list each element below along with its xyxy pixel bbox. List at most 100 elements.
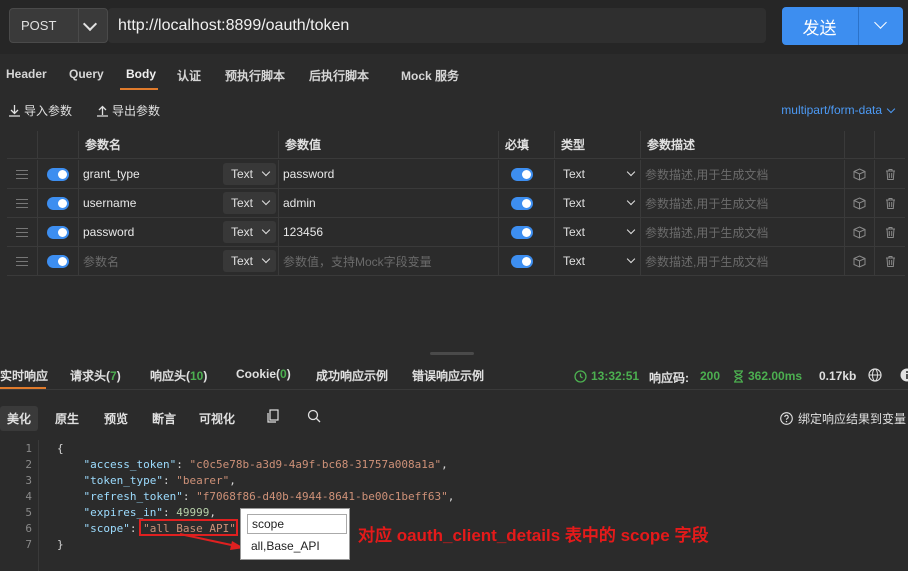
send-button[interactable]: 发送	[782, 7, 903, 45]
description-input[interactable]: 参数描述,用于生成文档	[640, 189, 844, 217]
tab-cookie[interactable]: Cookie(0)	[236, 367, 291, 381]
status-label: 响应码:	[649, 371, 689, 385]
tab-auth[interactable]: 认证	[177, 67, 201, 84]
tab-assert[interactable]: 断言	[152, 410, 176, 427]
enable-toggle[interactable]	[47, 196, 69, 210]
tab-response-headers[interactable]: 响应头(10)	[150, 367, 207, 384]
line-number: 5	[25, 506, 32, 519]
enable-toggle[interactable]	[47, 167, 69, 181]
required-cell	[498, 189, 554, 217]
tab-query[interactable]: Query	[69, 67, 104, 81]
hourglass-icon	[734, 369, 743, 383]
description-placeholder: 参数描述,用于生成文档	[645, 225, 769, 240]
chevron-down-icon	[261, 254, 271, 264]
header-action-col	[844, 131, 874, 158]
param-name-type-select[interactable]: Text	[223, 250, 276, 272]
required-toggle[interactable]	[510, 254, 533, 268]
header-required: 必填	[498, 131, 554, 158]
description-input[interactable]: 参数描述,用于生成文档	[640, 160, 844, 188]
search-button[interactable]	[307, 409, 321, 426]
line-number: 6	[25, 522, 32, 535]
popup-value: all,Base_API	[251, 539, 320, 553]
cube-icon[interactable]	[853, 196, 866, 210]
type-select[interactable]: Text	[554, 160, 640, 188]
panel-resize-handle[interactable]	[430, 352, 474, 355]
param-name: grant_type	[83, 167, 140, 181]
tab-pre-script[interactable]: 预执行脚本	[225, 67, 285, 84]
enable-toggle-cell	[37, 218, 78, 246]
type-select[interactable]: Text	[554, 247, 640, 275]
table-row: 参数名 Text 参数值，支持Mock字段变量 Text 参数描述,用于生成文档	[7, 247, 905, 276]
tab-post-script[interactable]: 后执行脚本	[309, 67, 369, 84]
drag-handle[interactable]	[7, 189, 37, 217]
json-entry: "refresh_token": "f7068f86-d40b-4944-864…	[83, 490, 455, 503]
response-json-viewer[interactable]: 1{ 2 "access_token": "c0c5e78b-a3d9-4a9f…	[0, 440, 908, 571]
trash-icon[interactable]	[884, 226, 897, 239]
trash-icon[interactable]	[884, 168, 897, 181]
description-input[interactable]: 参数描述,用于生成文档	[640, 218, 844, 246]
trash-icon[interactable]	[884, 197, 897, 210]
param-value-cell[interactable]: admin	[278, 189, 498, 217]
delete-cell	[874, 218, 905, 246]
duration-value: 362.00ms	[748, 369, 803, 383]
line-number: 3	[25, 474, 32, 487]
tab-visualize[interactable]: 可视化	[199, 410, 235, 427]
description-input[interactable]: 参数描述,用于生成文档	[640, 247, 844, 275]
url-input[interactable]: http://localhost:8899/oauth/token	[108, 8, 766, 43]
param-value-cell[interactable]: password	[278, 160, 498, 188]
cube-icon[interactable]	[853, 254, 866, 268]
param-name-cell[interactable]: grant_type Text	[78, 160, 278, 188]
trash-icon[interactable]	[884, 255, 897, 268]
search-icon	[307, 409, 321, 423]
params-actions: 导入参数 导出参数 multipart/form-data	[0, 100, 908, 122]
response-size: 0.17kb	[819, 369, 857, 383]
param-name-cell[interactable]: password Text	[78, 218, 278, 246]
required-toggle[interactable]	[510, 196, 533, 210]
enable-toggle[interactable]	[47, 254, 69, 268]
copy-button[interactable]	[267, 409, 280, 426]
globe-button[interactable]	[868, 368, 882, 385]
param-name-type-select[interactable]: Text	[223, 192, 276, 214]
info-button[interactable]	[900, 368, 908, 385]
drag-handle[interactable]	[7, 160, 37, 188]
type-select[interactable]: Text	[554, 218, 640, 246]
tab-beautify[interactable]: 美化	[0, 406, 39, 431]
cube-icon[interactable]	[853, 167, 866, 181]
drag-icon	[16, 198, 28, 208]
param-name: password	[83, 225, 135, 239]
param-name-cell[interactable]: 参数名 Text	[78, 247, 278, 275]
type-label: Text	[563, 225, 586, 239]
tab-realtime-response[interactable]: 实时响应	[0, 367, 48, 384]
tab-mock[interactable]: Mock 服务	[401, 67, 459, 84]
required-toggle[interactable]	[510, 225, 533, 239]
export-params-button[interactable]: 导出参数	[96, 102, 160, 119]
param-name-type-select[interactable]: Text	[223, 221, 276, 243]
param-value-cell[interactable]: 参数值，支持Mock字段变量	[278, 247, 498, 275]
method-label: POST	[21, 18, 57, 33]
chevron-down-icon	[261, 196, 271, 206]
chevron-down-icon[interactable]	[874, 16, 887, 29]
tab-success-example[interactable]: 成功响应示例	[316, 367, 388, 384]
enable-toggle[interactable]	[47, 225, 69, 239]
required-toggle[interactable]	[510, 167, 533, 181]
active-tab-indicator	[0, 387, 46, 389]
import-params-button[interactable]: 导入参数	[8, 102, 72, 119]
cube-icon[interactable]	[853, 225, 866, 239]
param-name-cell[interactable]: username Text	[78, 189, 278, 217]
param-value-cell[interactable]: 123456	[278, 218, 498, 246]
tab-raw[interactable]: 原生	[55, 410, 79, 427]
type-select[interactable]: Text	[554, 189, 640, 217]
tab-body[interactable]: Body	[126, 67, 156, 81]
tab-request-headers[interactable]: 请求头(7)	[70, 367, 121, 384]
header-description: 参数描述	[640, 131, 844, 158]
tab-error-example[interactable]: 错误响应示例	[412, 367, 484, 384]
bind-response-button[interactable]: 绑定响应结果到变量	[780, 410, 906, 427]
content-type-select[interactable]: multipart/form-data	[781, 103, 896, 117]
drag-handle[interactable]	[7, 247, 37, 275]
tab-preview[interactable]: 预览	[104, 410, 128, 427]
tab-header[interactable]: Header	[6, 67, 47, 81]
header-param-value: 参数值	[278, 131, 498, 158]
method-select[interactable]: POST	[9, 8, 108, 43]
drag-handle[interactable]	[7, 218, 37, 246]
param-name-type-select[interactable]: Text	[223, 163, 276, 185]
